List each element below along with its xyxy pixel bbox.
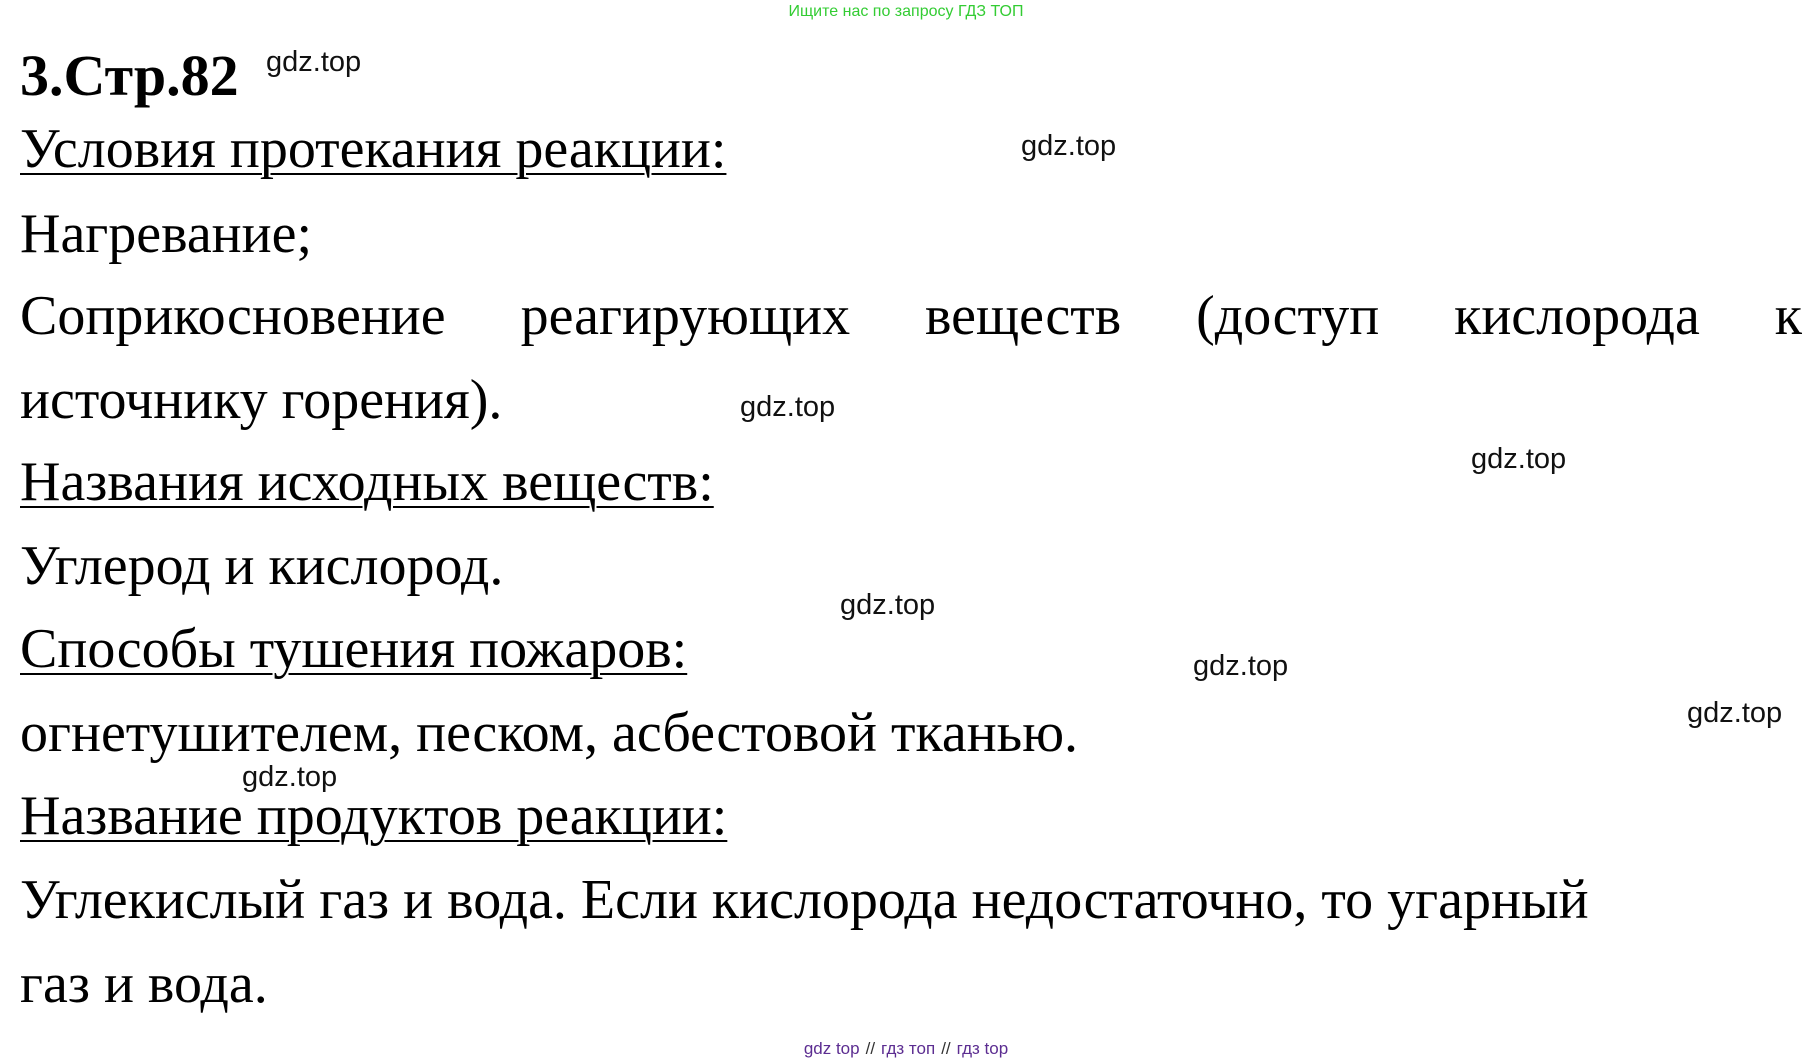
footer-links: gdz top // гдз топ // гдз top [0,1039,1812,1059]
products-line-2: газ и вода. [20,953,268,1015]
footer-separator: // [941,1039,951,1058]
word: (доступ [1196,285,1380,347]
word: к [1774,285,1802,347]
watermark: gdz.top [740,391,836,423]
watermark: gdz.top [840,589,936,621]
word: веществ [925,285,1122,347]
extinguish-text: огнетушителем, песком, асбестовой тканью… [20,702,1079,764]
top-banner: Ищите нас по запросу ГДЗ ТОП [0,2,1812,22]
conditions-line-2: Соприкосновение реагирующих веществ (дос… [20,284,1802,348]
word: Соприкосновение [20,285,446,347]
top-banner-text: Ищите нас по запросу ГДЗ ТОП [788,3,1024,20]
page-title: 3.Стр.82 [20,43,239,108]
word: реагирующих [520,285,851,347]
watermark: gdz.top [1021,130,1117,162]
footer-link[interactable]: гдз top [957,1039,1009,1058]
reactants-heading: Названия исходных веществ: [20,451,714,513]
word: кислорода [1454,285,1700,347]
watermark: gdz.top [1471,443,1567,475]
conditions-line-3: источнику горения). [20,369,503,431]
footer-link[interactable]: gdz top [804,1039,860,1058]
reactants-text: Углерод и кислород. [20,535,504,597]
watermark: gdz.top [1193,650,1289,682]
watermark: gdz.top [266,46,362,78]
products-heading: Название продуктов реакции: [20,785,728,847]
products-line-1: Углекислый газ и вода. Если кислорода не… [20,869,1589,931]
conditions-line-1: Нагревание; [20,203,313,265]
conditions-heading: Условия протекания реакции: [20,118,727,180]
footer-separator: // [865,1039,876,1058]
watermark: gdz.top [1687,697,1783,729]
footer-link[interactable]: гдз топ [881,1039,935,1058]
extinguish-heading: Способы тушения пожаров: [20,618,688,680]
